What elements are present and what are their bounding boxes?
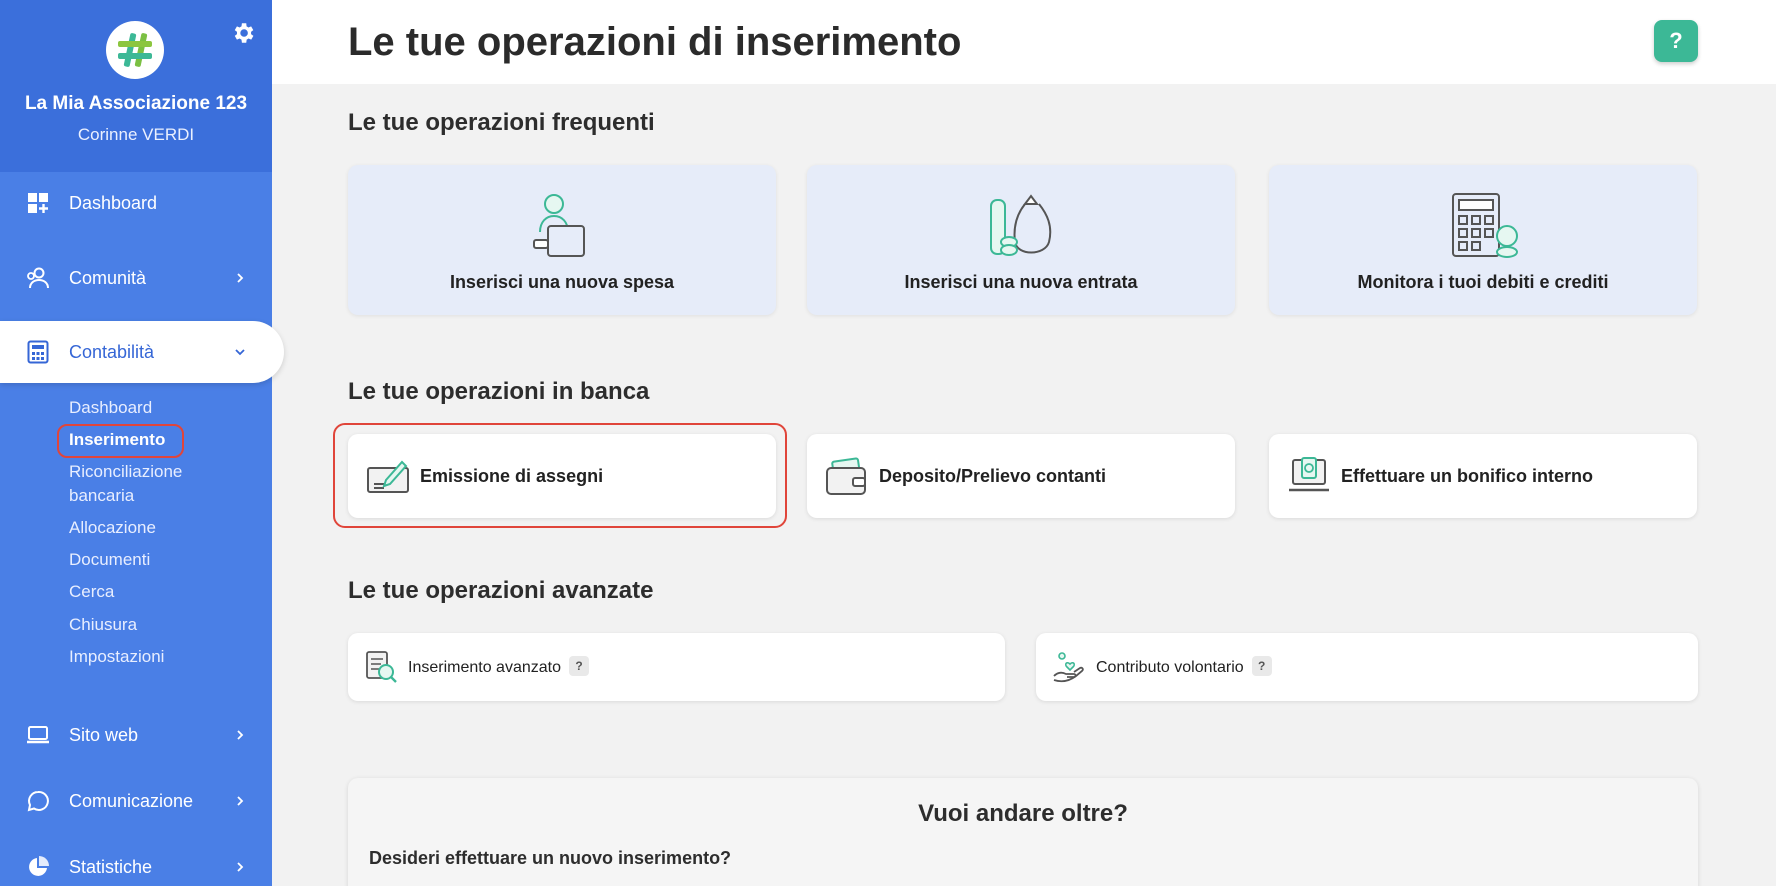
advanced-entry-text: Inserimento avanzato xyxy=(408,659,561,677)
card-issue-check[interactable]: Emissione di assegni xyxy=(348,434,776,518)
chevron-right-icon xyxy=(237,273,244,283)
card-cash-deposit-withdrawal-label: Deposito/Prelievo contanti xyxy=(879,466,1107,486)
chevron-right-icon xyxy=(237,862,244,872)
transfer-icon xyxy=(1289,457,1329,492)
sidebar: La Mia Associazione 123 Corinne VERDI Da… xyxy=(0,0,284,886)
nav-contabilita[interactable]: Contabilità xyxy=(0,321,284,383)
card-voluntary-contribution-label: Contributo volontario? xyxy=(1096,656,1272,678)
card-advanced-entry[interactable]: Inserimento avanzato? xyxy=(348,633,1005,701)
card-debts-credits-label: Monitora i tuoi debiti e crediti xyxy=(1357,272,1609,292)
users-icon xyxy=(26,266,50,290)
expense-illustration xyxy=(533,194,585,257)
pie-chart-icon xyxy=(26,855,50,879)
chevron-down-icon xyxy=(235,349,245,356)
laptop-icon xyxy=(26,723,50,747)
go-further-panel: Vuoi andare oltre? Desideri effettuare u… xyxy=(348,778,1698,886)
nav-statistiche-label: Statistiche xyxy=(69,856,153,877)
card-new-expense-label: Inserisci una nuova spesa xyxy=(449,272,675,292)
nav-comunicazione-label: Comunicazione xyxy=(69,790,194,811)
nav-sito-web[interactable]: Sito web xyxy=(0,706,272,764)
card-issue-check-label: Emissione di assegni xyxy=(420,466,604,486)
card-voluntary-contribution[interactable]: Contributo volontario? xyxy=(1036,633,1698,701)
subnav-documenti[interactable]: Documenti xyxy=(69,548,150,572)
card-debts-credits[interactable]: Monitora i tuoi debiti e crediti xyxy=(1269,165,1697,315)
card-internal-transfer[interactable]: Effettuare un bonifico interno xyxy=(1269,434,1697,518)
chevron-right-icon xyxy=(237,730,244,740)
help-button[interactable]: ? xyxy=(1654,20,1698,62)
section-title-advanced: Le tue operazioni avanzate xyxy=(348,577,654,604)
nav-dashboard[interactable]: Dashboard xyxy=(0,174,272,232)
section-title-bank: Le tue operazioni in banca xyxy=(348,378,650,405)
chat-icon xyxy=(26,789,50,813)
subnav-inserimento[interactable]: Inserimento xyxy=(69,428,165,452)
voluntary-contribution-text: Contributo volontario xyxy=(1096,659,1244,677)
donation-icon xyxy=(1053,652,1084,683)
section-title-frequent: Le tue operazioni frequenti xyxy=(348,109,655,136)
nav-dashboard-label: Dashboard xyxy=(69,192,158,213)
subnav-riconciliazione[interactable]: Riconciliazione xyxy=(69,460,182,484)
nav-comunicazione[interactable]: Comunicazione xyxy=(0,772,272,830)
income-illustration xyxy=(990,194,1052,256)
card-new-income[interactable]: Inserisci una nuova entrata xyxy=(807,165,1235,315)
gear-icon[interactable] xyxy=(230,20,256,46)
card-new-expense[interactable]: Inserisci una nuova spesa xyxy=(348,165,776,315)
subnav-dashboard[interactable]: Dashboard xyxy=(69,396,152,420)
subnav-impostazioni[interactable]: Impostazioni xyxy=(69,645,164,669)
nav-comunita-label: Comunità xyxy=(69,267,147,288)
subnav-riconciliazione-line2[interactable]: bancaria xyxy=(69,484,134,508)
debts-illustration xyxy=(1452,193,1518,258)
nav-statistiche[interactable]: Statistiche xyxy=(0,838,272,886)
nav-contabilita-label: Contabilità xyxy=(69,341,155,362)
advanced-search-icon xyxy=(366,651,397,683)
subnav-cerca[interactable]: Cerca xyxy=(69,580,114,604)
wallet-icon xyxy=(826,457,866,495)
chevron-right-icon xyxy=(237,796,244,806)
nav-comunita[interactable]: Comunità xyxy=(0,249,272,307)
card-new-income-label: Inserisci una nuova entrata xyxy=(904,272,1138,292)
go-further-title: Vuoi andare oltre? xyxy=(918,800,1128,827)
organization-name: La Mia Associazione 123 xyxy=(24,93,248,114)
card-advanced-entry-label: Inserimento avanzato? xyxy=(408,656,589,678)
page-title: Le tue operazioni di inserimento xyxy=(348,20,962,64)
nav-sito-web-label: Sito web xyxy=(69,724,139,745)
calculator-icon xyxy=(26,340,50,364)
subnav-chiusura[interactable]: Chiusura xyxy=(69,613,137,637)
user-name: Corinne VERDI xyxy=(77,125,195,144)
help-badge[interactable]: ? xyxy=(568,656,589,676)
go-further-subtitle: Desideri effettuare un nuovo inserimento… xyxy=(369,848,732,868)
logo-hash-icon[interactable] xyxy=(106,21,164,79)
check-icon xyxy=(367,460,409,493)
sidebar-header: La Mia Associazione 123 Corinne VERDI xyxy=(0,0,272,172)
card-internal-transfer-label: Effettuare un bonifico interno xyxy=(1341,466,1593,486)
card-cash-deposit-withdrawal[interactable]: Deposito/Prelievo contanti xyxy=(807,434,1235,518)
dashboard-icon xyxy=(26,191,50,215)
help-badge[interactable]: ? xyxy=(1251,656,1272,676)
subnav-allocazione[interactable]: Allocazione xyxy=(69,516,156,540)
